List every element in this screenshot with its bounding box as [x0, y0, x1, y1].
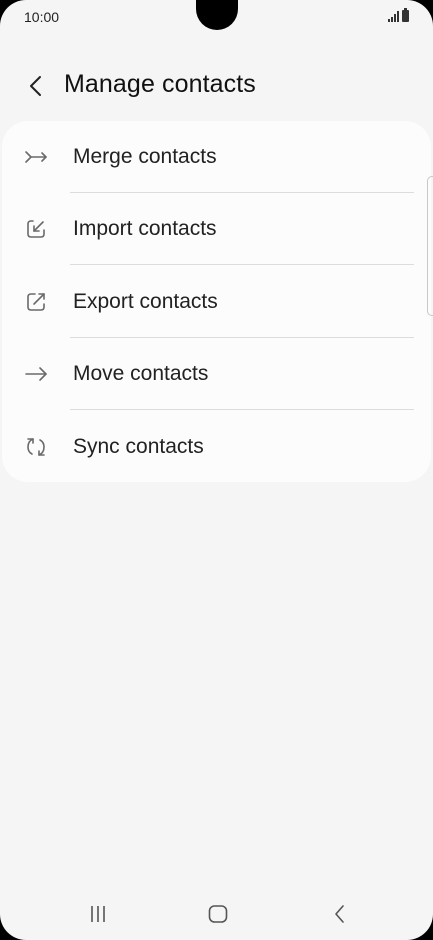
divider [70, 409, 414, 410]
menu-item-move-contacts[interactable]: Move contacts [2, 338, 431, 410]
menu-card: Merge contacts Import contacts Export co… [2, 121, 431, 482]
merge-icon [25, 151, 47, 163]
menu-item-import-contacts[interactable]: Import contacts [2, 193, 431, 265]
menu-item-label: Import contacts [73, 217, 217, 240]
nav-back-button[interactable] [320, 898, 360, 930]
import-icon [27, 220, 45, 238]
home-icon [208, 905, 228, 923]
home-button[interactable] [198, 898, 238, 930]
scrollbar[interactable] [427, 176, 433, 316]
export-icon [27, 293, 45, 311]
menu-item-label: Move contacts [73, 362, 209, 385]
menu-item-export-contacts[interactable]: Export contacts [2, 266, 431, 338]
recent-apps-button[interactable] [78, 898, 118, 930]
menu-item-sync-contacts[interactable]: Sync contacts [2, 411, 431, 483]
status-time: 10:00 [24, 9, 60, 25]
screen: 10:00 Manage contacts Merge contacts Imp… [0, 0, 433, 940]
divider [70, 264, 414, 265]
arrow-right-icon [25, 367, 47, 381]
recent-apps-icon [91, 906, 105, 922]
battery-icon [402, 8, 409, 22]
page-title: Manage contacts [64, 70, 256, 98]
signal-icon [388, 11, 399, 22]
status-icons [388, 8, 409, 22]
navigation-bar [0, 890, 433, 940]
chevron-left-icon [30, 76, 41, 96]
menu-item-label: Merge contacts [73, 145, 217, 168]
back-icon [335, 905, 344, 923]
back-button[interactable] [20, 70, 52, 102]
menu-item-label: Sync contacts [73, 435, 204, 458]
header: Manage contacts [0, 58, 433, 114]
sync-icon [27, 438, 45, 456]
menu-item-label: Export contacts [73, 290, 218, 313]
menu-item-merge-contacts[interactable]: Merge contacts [2, 121, 431, 193]
